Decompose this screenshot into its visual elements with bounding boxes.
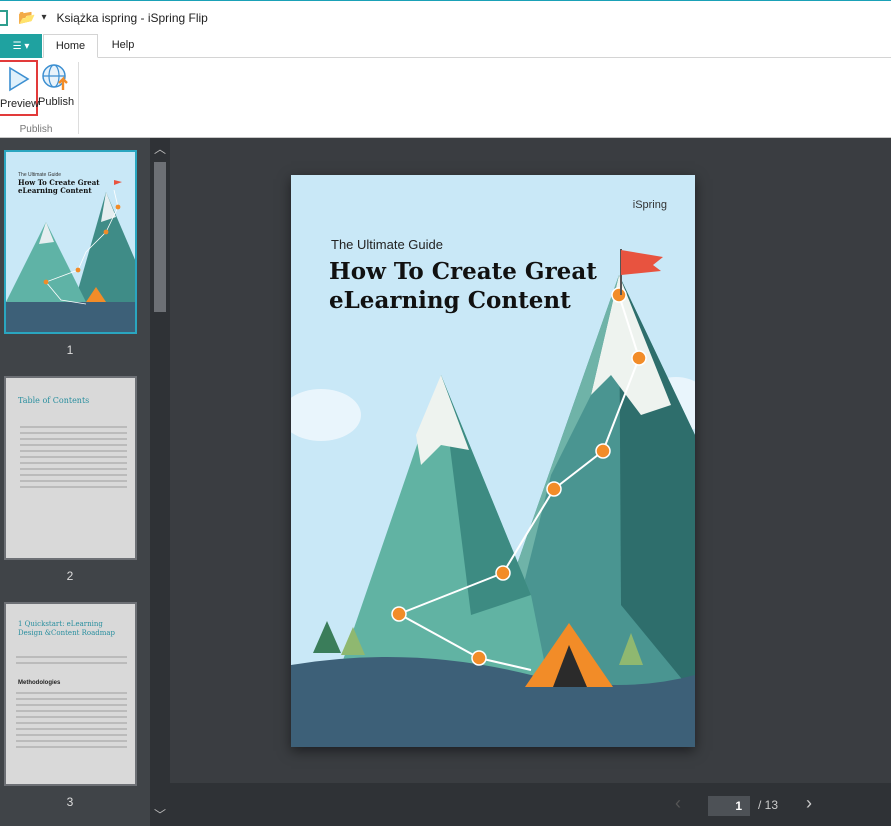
- title-bar: 📂 ▾ Książka ispring - iSpring Flip: [0, 0, 891, 34]
- thumbnail-page-2[interactable]: Table of Contents: [4, 376, 137, 560]
- preview-button[interactable]: Preview: [0, 60, 40, 116]
- thumbnail-2-toc-lines: [6, 422, 135, 488]
- ispring-logo: iSpring: [632, 199, 667, 211]
- current-page-input[interactable]: 1: [708, 796, 750, 816]
- thumbnail-scrollbar[interactable]: ︿ ﹀: [150, 138, 170, 826]
- ribbon: Preview Publish Publish: [0, 58, 891, 138]
- thumbnail-page-1[interactable]: The Ultimate Guide How To Create Great e…: [4, 150, 137, 334]
- tab-help[interactable]: Help: [104, 34, 142, 58]
- thumbnail-2-number: 2: [66, 569, 74, 583]
- window-title: Książka ispring - iSpring Flip: [56, 10, 208, 25]
- preview-label: Preview: [0, 98, 40, 110]
- ribbon-tabs: ☰ ▾ Home Help: [0, 34, 891, 58]
- cover-page: iSpring The Ultimate Guide How To Create…: [291, 175, 695, 747]
- thumbnail-1-art: [6, 180, 135, 332]
- publish-button[interactable]: Publish: [38, 60, 74, 116]
- thumbnail-1-number: 1: [66, 343, 74, 357]
- quick-access-dropdown-icon[interactable]: ▾: [41, 12, 46, 23]
- thumbnail-3-number: 3: [66, 795, 74, 809]
- cover-title: How To Create Great eLearning Content: [329, 258, 597, 314]
- scroll-down-icon[interactable]: ﹀: [150, 806, 170, 824]
- thumbnail-2-title: Table of Contents: [18, 396, 90, 405]
- scroll-thumb[interactable]: [154, 162, 166, 312]
- app-icon: [0, 9, 8, 26]
- tab-home[interactable]: Home: [43, 34, 98, 58]
- open-folder-icon[interactable]: 📂: [18, 9, 35, 26]
- thumbnail-3-heading: Methodologies: [18, 680, 61, 686]
- scroll-up-icon[interactable]: ︿: [150, 140, 170, 158]
- cover-kicker: The Ultimate Guide: [331, 237, 443, 252]
- thumbnail-3-body-lines: [6, 652, 135, 664]
- total-pages: / 13: [758, 798, 779, 812]
- play-icon: [9, 66, 30, 92]
- group-divider: [78, 62, 79, 134]
- globe-upload-icon: [42, 64, 68, 90]
- previous-page-icon[interactable]: ‹: [675, 793, 681, 814]
- next-page-icon[interactable]: ›: [806, 793, 812, 814]
- publish-group-label: Publish: [19, 124, 53, 135]
- thumbnail-panel: The Ultimate Guide How To Create Great e…: [0, 138, 150, 826]
- thumbnail-3-body-lines-2: [6, 688, 135, 748]
- thumbnail-page-3[interactable]: 1 Quickstart: eLearning Design &Content …: [4, 602, 137, 786]
- file-menu-button[interactable]: ☰ ▾: [0, 34, 42, 58]
- publish-label: Publish: [38, 96, 75, 108]
- thumbnail-3-title: 1 Quickstart: eLearning Design &Content …: [18, 620, 116, 637]
- page-navigation: ‹ 1 / 13 ›: [170, 783, 891, 826]
